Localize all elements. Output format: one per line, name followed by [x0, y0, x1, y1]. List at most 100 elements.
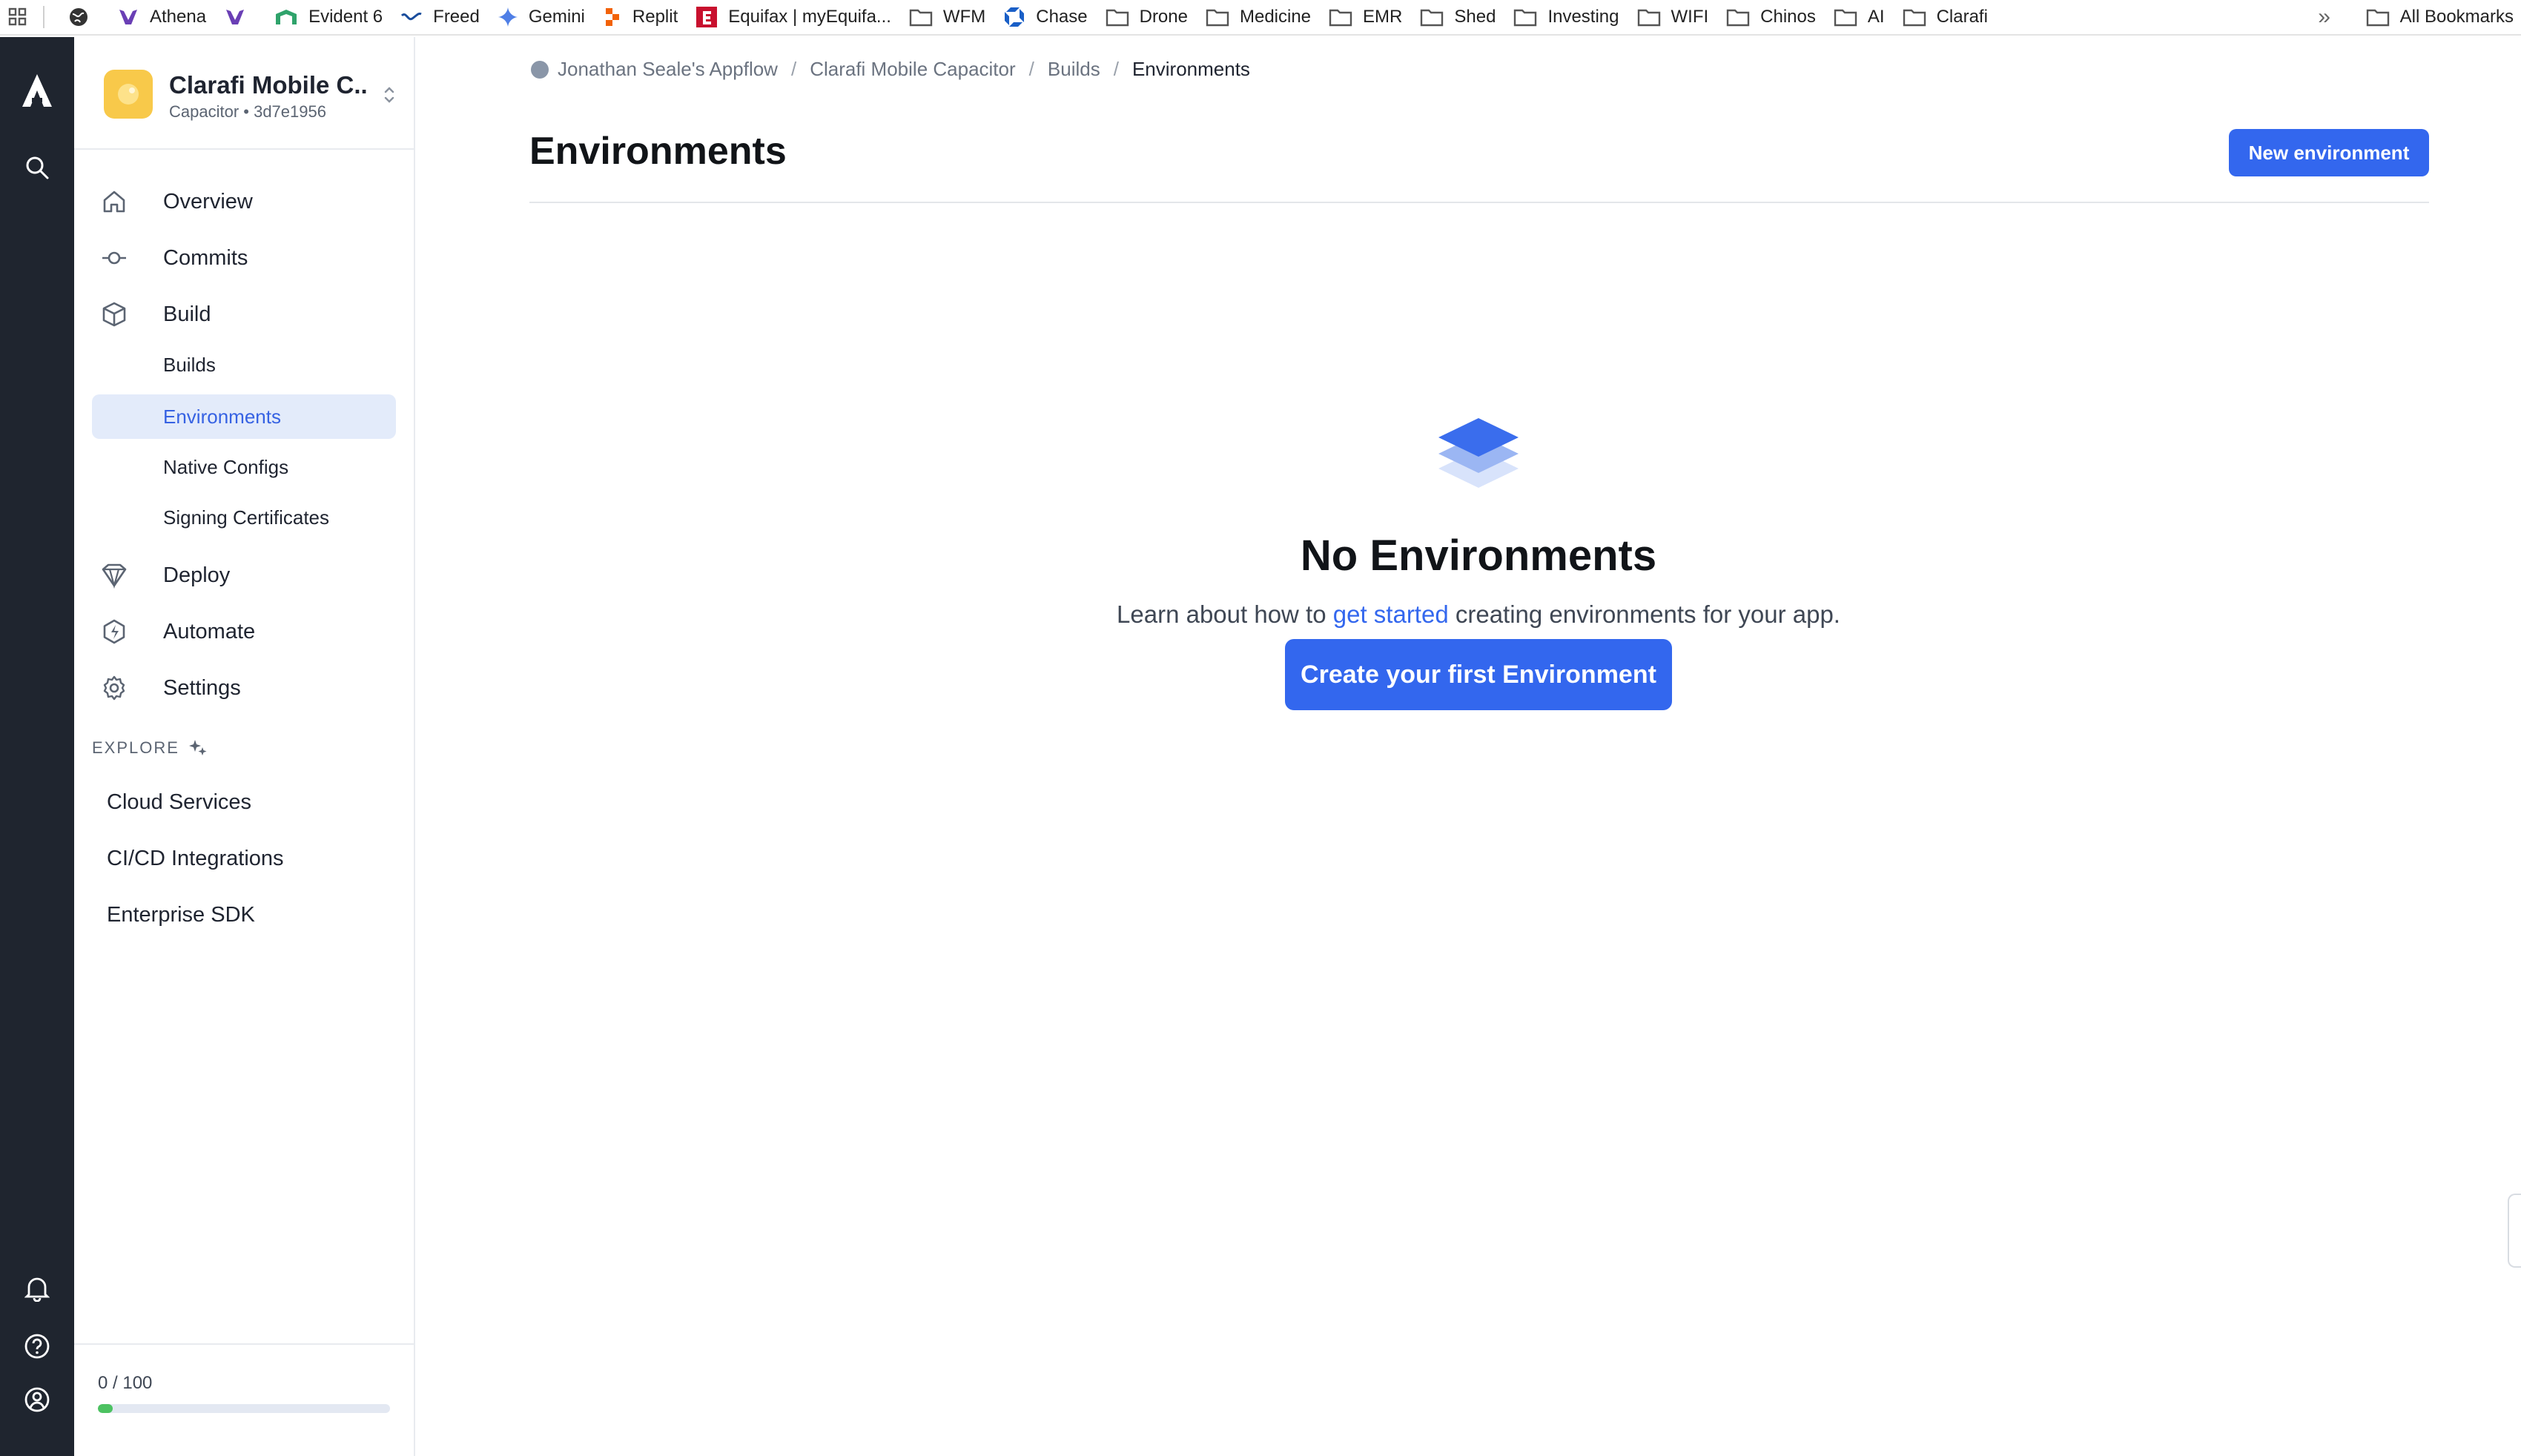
folder-icon: [1514, 9, 1537, 27]
gemini-icon: [498, 7, 518, 27]
bookmark-evident[interactable]: Evident 6: [268, 2, 394, 32]
help-icon[interactable]: [13, 1323, 61, 1370]
folder-icon: [1421, 9, 1444, 27]
header-divider: [529, 202, 2429, 203]
home-icon: [99, 187, 129, 216]
evident-icon: [276, 10, 297, 24]
bookmark-folder-shed[interactable]: Shed: [1414, 2, 1507, 32]
side-panel-handle[interactable]: [2508, 1194, 2521, 1268]
bookmark-gemini[interactable]: Gemini: [492, 2, 597, 32]
replit-icon: [605, 8, 619, 26]
breadcrumb-separator: /: [1113, 58, 1119, 80]
folder-icon: [1834, 9, 1857, 27]
create-first-environment-button[interactable]: Create your first Environment: [1285, 639, 1672, 710]
folder-icon: [1637, 9, 1660, 27]
folder-icon: [1106, 9, 1129, 27]
breadcrumb-section[interactable]: Builds: [1048, 58, 1100, 81]
breadcrumb-current: Environments: [1131, 58, 1250, 80]
empty-state-description: Learn about how to get started creating …: [1117, 600, 1840, 628]
equifax-icon: [696, 7, 718, 27]
appflow-logo-icon[interactable]: [13, 67, 61, 114]
usage-progress-track: [98, 1404, 390, 1413]
bookmark-folder-medicine[interactable]: Medicine: [1200, 2, 1323, 32]
layers-icon: [1438, 418, 1519, 488]
icon-rail: [0, 37, 74, 1456]
explore-enterprise-sdk[interactable]: Enterprise SDK: [92, 891, 396, 939]
more-bookmarks-button[interactable]: »: [2310, 2, 2339, 32]
folder-icon: [2366, 9, 2389, 27]
nav-build[interactable]: Build: [92, 291, 396, 338]
sidebar: Clarafi Mobile C... Capacitor • 3d7e1956…: [74, 37, 415, 1456]
breadcrumb-org[interactable]: Jonathan Seale's Appflow: [558, 58, 778, 81]
box-icon: [99, 300, 129, 329]
folder-icon: [1903, 9, 1926, 27]
bookmark-chase[interactable]: Chase: [997, 2, 1099, 32]
nav-deploy[interactable]: Deploy: [92, 552, 396, 599]
nav-signing-certificates[interactable]: Signing Certificates: [92, 495, 396, 540]
org-avatar: [531, 60, 549, 79]
bookmark-folder-emr[interactable]: EMR: [1323, 2, 1414, 32]
bookmark-athena-2[interactable]: [218, 2, 268, 32]
folder-icon: [909, 9, 933, 27]
get-started-link[interactable]: get started: [1333, 600, 1449, 628]
usage-progress-fill: [98, 1404, 113, 1413]
sparkle-icon: [188, 740, 207, 755]
nav-automate[interactable]: Automate: [92, 608, 396, 655]
nav-overview[interactable]: Overview: [92, 178, 396, 225]
usage-count: 0 / 100: [98, 1373, 153, 1393]
freed-icon: [401, 13, 422, 21]
deploy-gem-icon: [99, 560, 129, 590]
app-icon: [104, 70, 153, 119]
new-environment-button[interactable]: New environment: [2229, 129, 2429, 176]
nav-settings[interactable]: Settings: [92, 664, 396, 712]
globe-icon: [70, 8, 87, 26]
bookmark-folder-clarafi[interactable]: Clarafi: [1897, 2, 2000, 32]
breadcrumb-app[interactable]: Clarafi Mobile Capacitor: [810, 58, 1015, 81]
breadcrumb: Jonathan Seale's Appflow / Clarafi Mobil…: [531, 58, 1250, 81]
explore-cloud-services[interactable]: Cloud Services: [92, 778, 396, 826]
explore-heading: EXPLORE: [92, 738, 208, 758]
app-switcher[interactable]: Clarafi Mobile C... Capacitor • 3d7e1956: [74, 37, 414, 150]
commit-icon: [99, 243, 129, 273]
account-icon[interactable]: [13, 1376, 61, 1423]
main-content: Jonathan Seale's Appflow / Clarafi Mobil…: [415, 37, 2521, 1456]
bookmark-equifax[interactable]: Equifax | myEquifa...: [690, 2, 903, 32]
bookmark-athena[interactable]: Athena: [111, 2, 218, 32]
apps-grid-icon[interactable]: [4, 4, 31, 30]
notifications-bell-icon[interactable]: [13, 1265, 61, 1312]
nav-native-configs[interactable]: Native Configs: [92, 445, 396, 489]
bookmark-folder-chinos[interactable]: Chinos: [1720, 2, 1828, 32]
app-subtitle: Capacitor • 3d7e1956: [169, 102, 326, 121]
bookmark-replit[interactable]: Replit: [597, 2, 690, 32]
all-bookmarks-button[interactable]: All Bookmarks: [2366, 7, 2514, 27]
bookmarks-divider: [43, 6, 44, 28]
app-name: Clarafi Mobile C...: [169, 71, 369, 99]
athena-icon: [226, 10, 245, 24]
bookmark-globe[interactable]: [62, 2, 111, 32]
gear-icon: [99, 673, 129, 703]
chevron-up-down-icon[interactable]: [378, 80, 400, 110]
athena-icon: [119, 10, 137, 24]
bookmark-folder-drone[interactable]: Drone: [1100, 2, 1200, 32]
empty-state-title: No Environments: [1300, 532, 1657, 580]
search-icon[interactable]: [13, 144, 61, 191]
chase-icon: [1005, 7, 1025, 27]
bookmark-folder-investing[interactable]: Investing: [1507, 2, 1630, 32]
breadcrumb-separator: /: [790, 58, 797, 80]
nav-environments[interactable]: Environments: [92, 394, 396, 439]
folder-icon: [1206, 9, 1229, 27]
bookmark-freed[interactable]: Freed: [394, 2, 492, 32]
bookmark-folder-ai[interactable]: AI: [1828, 2, 1897, 32]
nav-commits[interactable]: Commits: [92, 234, 396, 282]
bookmark-folder-wfm[interactable]: WFM: [903, 2, 997, 32]
page-title: Environments: [529, 130, 787, 173]
folder-icon: [1329, 9, 1352, 27]
bookmark-folder-wifi[interactable]: WIFI: [1631, 2, 1721, 32]
folder-icon: [1726, 9, 1750, 27]
breadcrumb-separator: /: [1028, 58, 1034, 80]
usage-meter: 0 / 100: [74, 1343, 414, 1456]
automate-icon: [99, 617, 129, 646]
explore-cicd-integrations[interactable]: CI/CD Integrations: [92, 835, 396, 882]
empty-state: No Environments Learn about how to get s…: [415, 363, 2521, 749]
nav-builds[interactable]: Builds: [92, 343, 396, 387]
